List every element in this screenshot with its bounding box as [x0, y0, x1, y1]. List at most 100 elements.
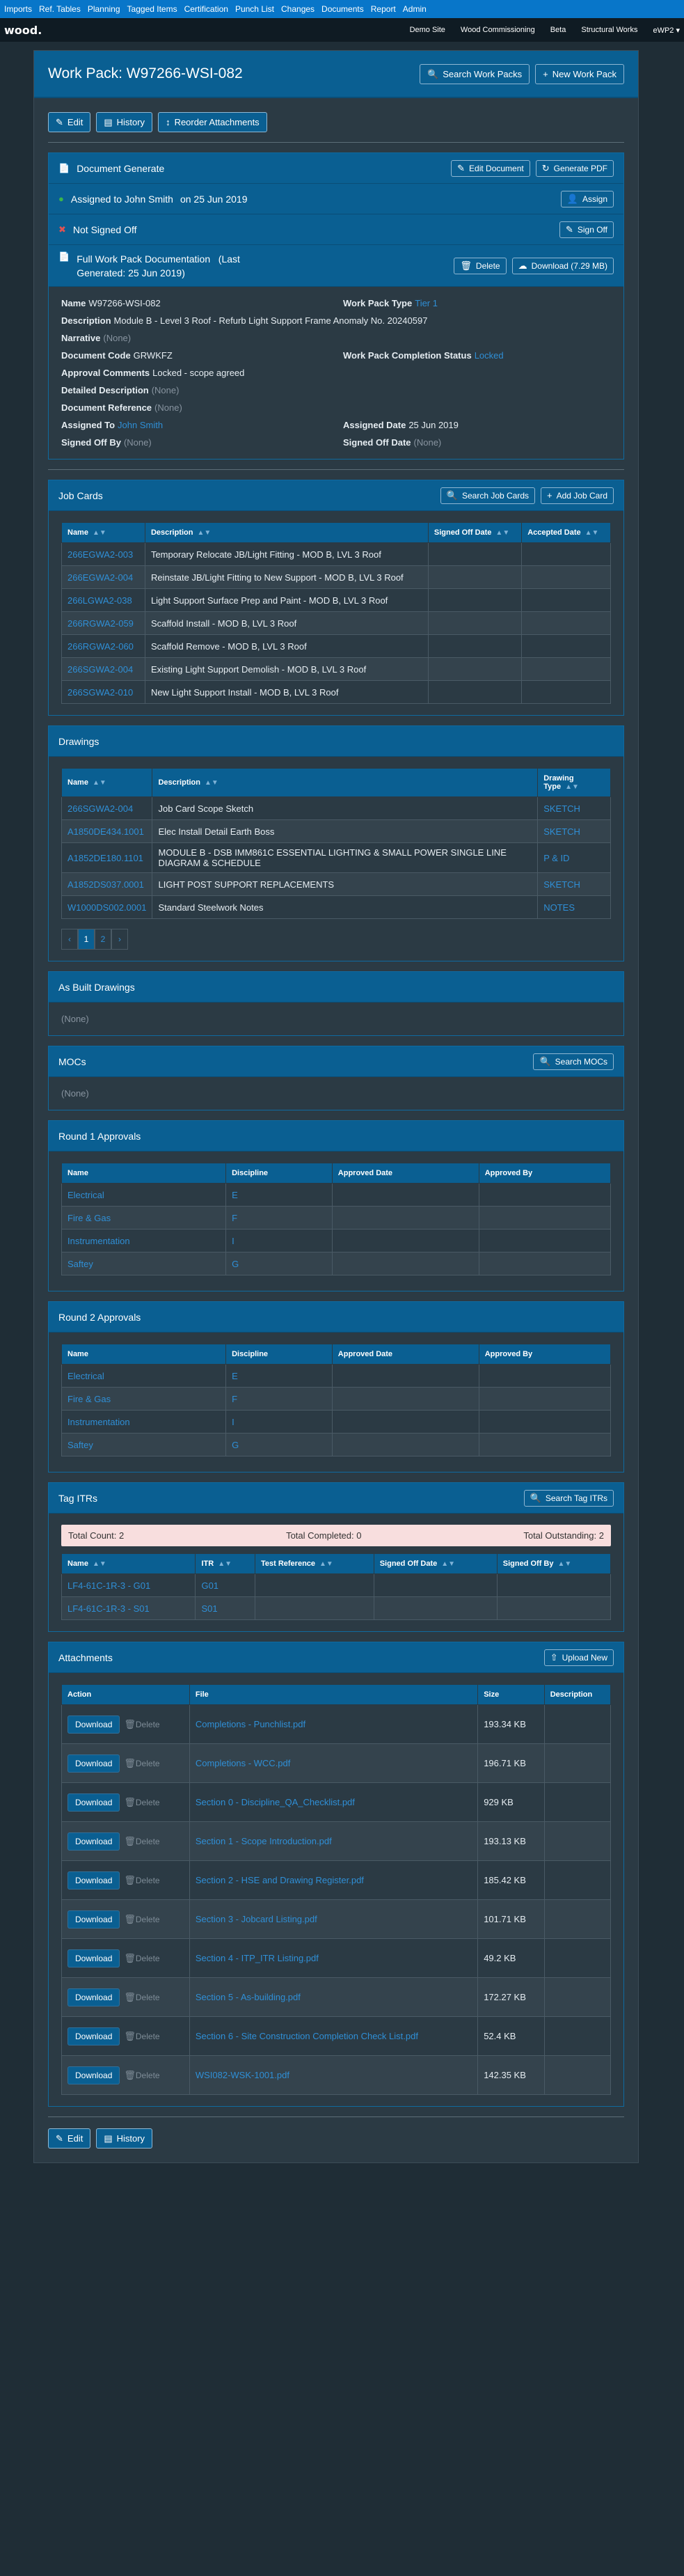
approval-name-link[interactable]: Instrumentation	[67, 1236, 130, 1246]
topnav-item[interactable]: Ref. Tables	[39, 4, 81, 14]
job-card-link[interactable]: 266EGWA2-003	[67, 549, 133, 560]
delete-button[interactable]: 🗑 Delete	[124, 1759, 159, 1768]
completion-status-link[interactable]: Locked	[475, 350, 504, 361]
itr-link[interactable]: G01	[201, 1580, 218, 1591]
approval-name-link[interactable]: Saftey	[67, 1259, 93, 1269]
topnav-item[interactable]: Tagged Items	[127, 4, 177, 14]
column-header[interactable]: Description ▲▼	[152, 768, 539, 797]
approval-name-link[interactable]: Electrical	[67, 1190, 104, 1200]
delete-button[interactable]: 🗑 Delete	[124, 1798, 159, 1807]
history-button[interactable]: ▤ History	[96, 112, 153, 132]
file-link[interactable]: Completions - WCC.pdf	[196, 1758, 291, 1768]
approval-name-link[interactable]: Fire & Gas	[67, 1394, 111, 1404]
search-job-cards-button[interactable]: 🔍 Search Job Cards	[440, 487, 536, 504]
column-header[interactable]: Description ▲▼	[144, 522, 429, 543]
page-button[interactable]: 2	[95, 929, 111, 950]
job-card-link[interactable]: 266RGWA2-059	[67, 618, 134, 629]
discipline-link[interactable]: G	[232, 1440, 239, 1450]
column-header[interactable]: Name ▲▼	[61, 522, 145, 543]
download-button[interactable]: Download	[67, 1793, 120, 1812]
file-link[interactable]: Section 3 - Jobcard Listing.pdf	[196, 1914, 317, 1924]
column-header[interactable]: Signed Off Date ▲▼	[373, 1553, 498, 1574]
download-button[interactable]: Download	[67, 1910, 120, 1929]
assign-button[interactable]: 👤 Assign	[560, 190, 614, 207]
subnav-item[interactable]: Wood Commissioning	[461, 26, 535, 35]
delete-button[interactable]: 🗑 Delete	[124, 1954, 159, 1963]
file-link[interactable]: Section 0 - Discipline_QA_Checklist.pdf	[196, 1797, 355, 1807]
file-link[interactable]: Section 2 - HSE and Drawing Register.pdf	[196, 1875, 364, 1885]
file-link[interactable]: Section 5 - As-building.pdf	[196, 1992, 301, 2002]
drawing-link[interactable]: 266SGWA2-004	[67, 803, 133, 814]
subnav-item[interactable]: Beta	[550, 26, 566, 35]
subnav-item[interactable]: Demo Site	[410, 26, 445, 35]
drawing-link[interactable]: A1850DE434.1001	[67, 826, 144, 837]
column-header[interactable]: Signed Off By ▲▼	[496, 1553, 612, 1574]
topnav-item[interactable]: Certification	[184, 4, 228, 14]
column-header[interactable]: ITR ▲▼	[195, 1553, 255, 1574]
topnav-item[interactable]: Changes	[281, 4, 315, 14]
download-button[interactable]: Download	[67, 2066, 120, 2084]
search-tag-itrs-button[interactable]: 🔍 Search Tag ITRs	[523, 1489, 614, 1507]
history-button-bottom[interactable]: ▤ History	[96, 2128, 153, 2149]
brand-logo[interactable]: wood.	[4, 24, 42, 37]
download-button[interactable]: Download	[67, 1949, 120, 1968]
delete-button[interactable]: 🗑 Delete	[124, 1720, 159, 1729]
edit-button-bottom[interactable]: ✎ Edit	[48, 2128, 91, 2149]
drawing-type-link[interactable]: SKETCH	[543, 803, 580, 814]
delete-button[interactable]: 🗑 Delete	[124, 1993, 159, 2002]
subnav-item[interactable]: Structural Works	[581, 26, 637, 35]
discipline-link[interactable]: I	[232, 1236, 234, 1246]
discipline-link[interactable]: E	[232, 1371, 238, 1381]
approval-name-link[interactable]: Electrical	[67, 1371, 104, 1381]
delete-documentation-button[interactable]: 🗑 Delete	[454, 257, 507, 274]
assigned-to-link[interactable]: John Smith	[118, 420, 163, 430]
approval-name-link[interactable]: Instrumentation	[67, 1417, 130, 1427]
reorder-attachments-button[interactable]: ↕ Reorder Attachments	[158, 112, 267, 132]
column-header[interactable]: Test Reference ▲▼	[254, 1553, 374, 1574]
job-card-link[interactable]: 266EGWA2-004	[67, 572, 133, 583]
delete-button[interactable]: 🗑 Delete	[124, 1915, 159, 1924]
edit-button[interactable]: ✎ Edit	[48, 112, 91, 132]
job-card-link[interactable]: 266LGWA2-038	[67, 595, 132, 606]
edit-document-button[interactable]: ✎ Edit Document	[451, 159, 530, 177]
drawing-link[interactable]: A1852DS037.0001	[67, 879, 144, 890]
delete-button[interactable]: 🗑 Delete	[124, 2071, 159, 2080]
download-documentation-button[interactable]: ☁ Download (7.29 MB)	[511, 257, 614, 274]
itr-name-link[interactable]: LF4-61C-1R-3 - G01	[67, 1580, 150, 1591]
page-button[interactable]: 1	[78, 929, 95, 950]
column-header[interactable]: Name ▲▼	[61, 1553, 196, 1574]
approval-name-link[interactable]: Saftey	[67, 1440, 93, 1450]
drawing-link[interactable]: A1852DE180.1101	[67, 853, 143, 863]
topnav-item[interactable]: Report	[371, 4, 396, 14]
column-header[interactable]: Drawing Type ▲▼	[537, 768, 611, 797]
column-header[interactable]: Name ▲▼	[61, 768, 153, 797]
file-link[interactable]: Section 6 - Site Construction Completion…	[196, 2031, 418, 2041]
column-header[interactable]: Accepted Date ▲▼	[521, 522, 611, 543]
topnav-item[interactable]: Punch List	[235, 4, 274, 14]
download-button[interactable]: Download	[67, 1988, 120, 2006]
topnav-item[interactable]: Admin	[403, 4, 427, 14]
delete-button[interactable]: 🗑 Delete	[124, 2032, 159, 2041]
job-card-link[interactable]: 266SGWA2-010	[67, 687, 133, 698]
drawing-type-link[interactable]: SKETCH	[543, 826, 580, 837]
file-link[interactable]: Section 4 - ITP_ITR Listing.pdf	[196, 1953, 319, 1963]
topnav-item[interactable]: Documents	[321, 4, 364, 14]
drawing-type-link[interactable]: NOTES	[543, 902, 575, 913]
download-button[interactable]: Download	[67, 1871, 120, 1890]
generate-pdf-button[interactable]: ↻ Generate PDF	[535, 159, 614, 177]
page-button[interactable]: ‹	[61, 929, 78, 950]
search-mocs-button[interactable]: 🔍 Search MOCs	[533, 1053, 614, 1070]
add-job-card-button[interactable]: + Add Job Card	[541, 487, 614, 504]
new-work-pack-button[interactable]: + New Work Pack	[535, 63, 624, 84]
file-link[interactable]: Section 1 - Scope Introduction.pdf	[196, 1836, 332, 1846]
page-button[interactable]: ›	[111, 929, 128, 950]
file-link[interactable]: WSI082-WSK-1001.pdf	[196, 2070, 289, 2080]
discipline-link[interactable]: E	[232, 1190, 238, 1200]
sign-off-button[interactable]: ✎ Sign Off	[559, 221, 614, 238]
column-header[interactable]: Signed Off Date ▲▼	[427, 522, 523, 543]
upload-new-button[interactable]: ⇧ Upload New	[543, 1649, 614, 1666]
drawing-type-link[interactable]: SKETCH	[543, 879, 580, 890]
search-work-packs-button[interactable]: 🔍 Search Work Packs	[420, 63, 530, 84]
discipline-link[interactable]: F	[232, 1394, 237, 1404]
drawing-link[interactable]: W1000DS002.0001	[67, 902, 146, 913]
